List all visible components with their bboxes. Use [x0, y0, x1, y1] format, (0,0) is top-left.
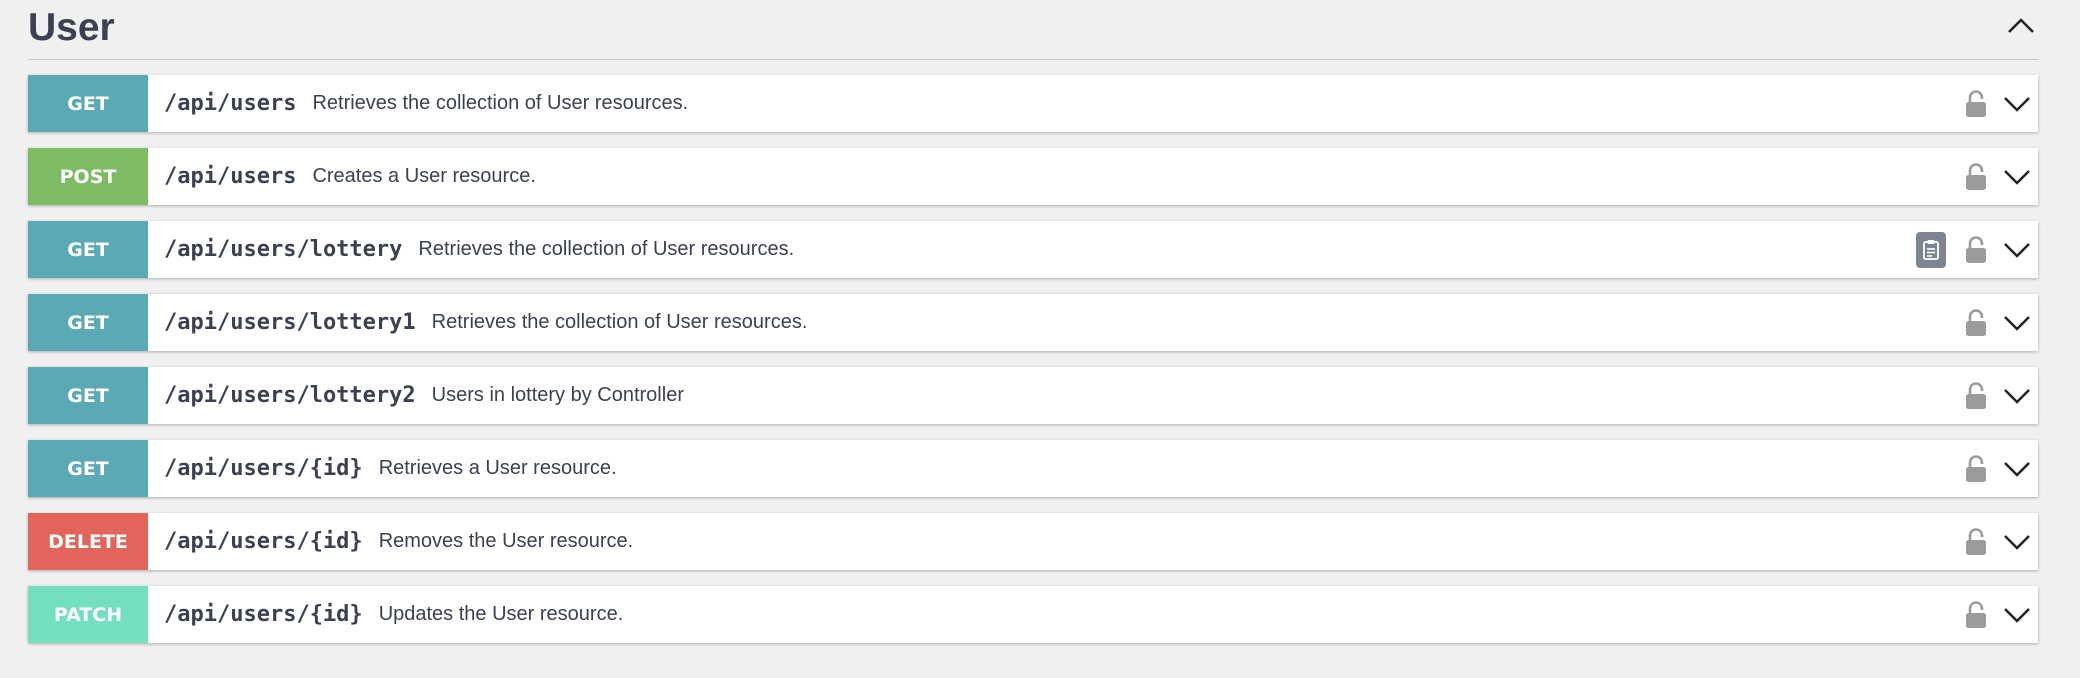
expand-button[interactable]: [2002, 94, 2032, 114]
operation-path: /api/users/lottery2: [164, 383, 416, 408]
authorization-button[interactable]: [1964, 454, 1988, 484]
operation-row[interactable]: GET /api/users/{id} Retrieves a User res…: [28, 440, 2038, 497]
operation-summary: Removes the User resource.: [378, 530, 634, 552]
operation-actions: [1964, 440, 2038, 497]
operation-actions: [1964, 367, 2038, 424]
chevron-down-icon: [2004, 461, 2030, 477]
method-badge: GET: [28, 440, 148, 497]
method-badge: GET: [28, 221, 148, 278]
chevron-down-icon: [2004, 96, 2030, 112]
chevron-down-icon: [2004, 315, 2030, 331]
operation-path: /api/users/lottery1: [164, 310, 416, 335]
operation-summary: Retrieves the collection of User resourc…: [431, 311, 808, 333]
collapse-button[interactable]: [2004, 14, 2038, 38]
operation-path: /api/users: [164, 91, 297, 116]
method-badge: GET: [28, 294, 148, 351]
operation-actions: [1964, 148, 2038, 205]
unlocked-icon: [1966, 162, 1986, 190]
operation-actions: [1964, 586, 2038, 643]
operation-path: /api/users/{id}: [164, 456, 363, 481]
chevron-down-icon: [2004, 388, 2030, 404]
expand-button[interactable]: [2002, 167, 2032, 187]
copy-to-clipboard-button[interactable]: [1916, 231, 1946, 268]
operation-summary: Retrieves a User resource.: [378, 457, 617, 479]
operation-actions: [1964, 294, 2038, 351]
operation-path: /api/users/lottery: [164, 237, 403, 262]
operations-list: GET /api/users Retrieves the collection …: [28, 75, 2038, 659]
operation-path: /api/users: [164, 164, 297, 189]
operation-row[interactable]: GET /api/users/lottery2 Users in lottery…: [28, 367, 2038, 424]
authorization-button[interactable]: [1964, 162, 1988, 192]
operation-path: /api/users/{id}: [164, 602, 363, 627]
operation-row[interactable]: GET /api/users/lottery1 Retrieves the co…: [28, 294, 2038, 351]
chevron-down-icon: [2004, 534, 2030, 550]
expand-button[interactable]: [2002, 459, 2032, 479]
operation-summary: Creates a User resource.: [312, 165, 536, 187]
expand-button[interactable]: [2002, 386, 2032, 406]
chevron-down-icon: [2004, 169, 2030, 185]
operation-summary: Retrieves the collection of User resourc…: [312, 92, 689, 114]
method-badge: DELETE: [28, 513, 148, 570]
operation-row[interactable]: PATCH /api/users/{id} Updates the User r…: [28, 586, 2038, 643]
expand-button[interactable]: [2002, 313, 2032, 333]
method-badge: GET: [28, 367, 148, 424]
operation-actions: [1964, 513, 2038, 570]
authorization-button[interactable]: [1964, 308, 1988, 338]
authorization-button[interactable]: [1964, 235, 1988, 265]
user-section: User GET /api/users Retrieves the collec…: [28, 0, 2038, 643]
authorization-button[interactable]: [1964, 527, 1988, 557]
chevron-down-icon: [2004, 242, 2030, 258]
unlocked-icon: [1966, 89, 1986, 117]
section-header[interactable]: User: [28, 0, 2038, 60]
operation-path: /api/users/{id}: [164, 529, 363, 554]
unlocked-icon: [1966, 308, 1986, 336]
operation-row[interactable]: GET /api/users Retrieves the collection …: [28, 75, 2038, 132]
authorization-button[interactable]: [1964, 89, 1988, 119]
operation-summary: Retrieves the collection of User resourc…: [418, 238, 795, 260]
unlocked-icon: [1966, 381, 1986, 409]
operation-summary: Updates the User resource.: [378, 603, 624, 625]
operation-actions: [1916, 221, 2038, 278]
operation-actions: [1964, 75, 2038, 132]
method-badge: POST: [28, 148, 148, 205]
expand-button[interactable]: [2002, 532, 2032, 552]
operation-summary: Users in lottery by Controller: [431, 384, 684, 406]
authorization-button[interactable]: [1964, 381, 1988, 411]
unlocked-icon: [1966, 527, 1986, 555]
unlocked-icon: [1966, 454, 1986, 482]
chevron-down-icon: [2004, 607, 2030, 623]
operation-row[interactable]: GET /api/users/lottery Retrieves the col…: [28, 221, 2038, 278]
operation-row[interactable]: DELETE /api/users/{id} Removes the User …: [28, 513, 2038, 570]
chevron-up-icon: [2008, 18, 2034, 33]
expand-button[interactable]: [2002, 240, 2032, 260]
clipboard-icon: [1923, 239, 1939, 260]
expand-button[interactable]: [2002, 605, 2032, 625]
method-badge: GET: [28, 75, 148, 132]
authorization-button[interactable]: [1964, 600, 1988, 630]
method-badge: PATCH: [28, 586, 148, 643]
unlocked-icon: [1966, 600, 1986, 628]
operation-row[interactable]: POST /api/users Creates a User resource.: [28, 148, 2038, 205]
unlocked-icon: [1966, 235, 1986, 263]
section-title[interactable]: User: [28, 5, 115, 51]
